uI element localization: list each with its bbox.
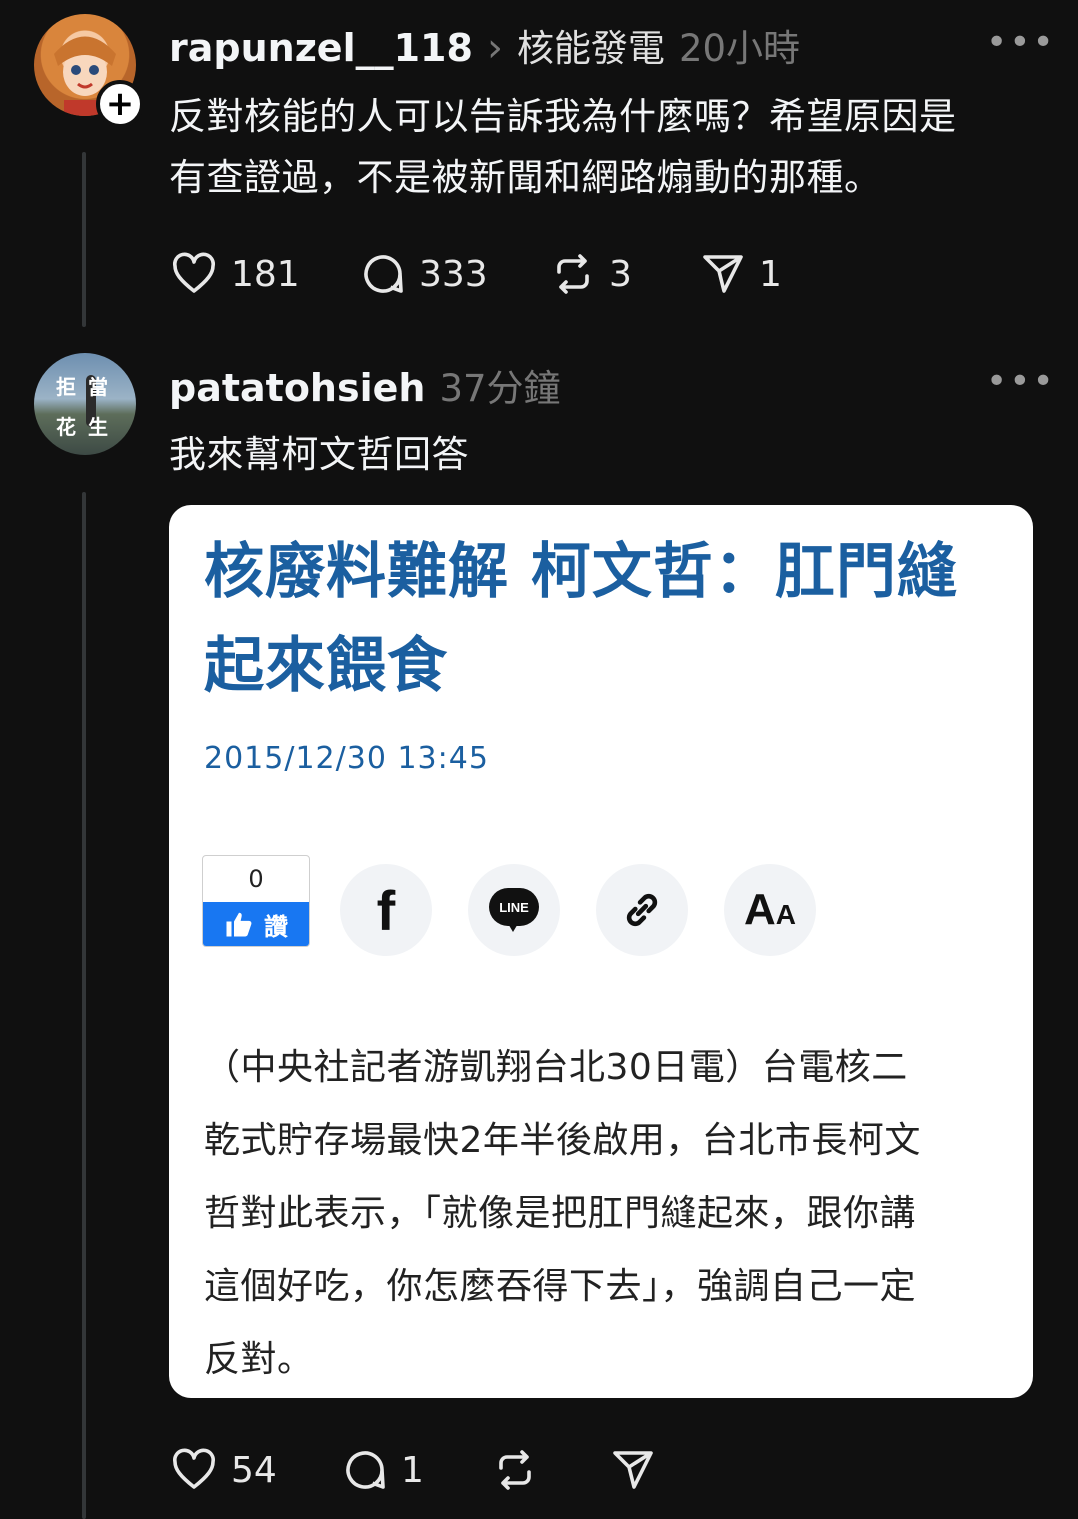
follow-button[interactable]: +	[96, 80, 144, 128]
post-text-line: 反對核能的人可以告訴我為什麼嗎？希望原因是	[169, 95, 957, 138]
avatar[interactable]: 拒 當 花 生	[34, 353, 136, 455]
line-icon: LINE	[468, 864, 560, 956]
article-title: 核廢料難解 柯文哲：肛門縫 起來餵食	[204, 525, 1004, 713]
plus-icon: +	[105, 84, 135, 124]
send-icon	[703, 255, 743, 293]
more-options-icon[interactable]: •••	[986, 361, 1056, 402]
article-title-line: 起來餵食	[204, 631, 448, 701]
repost-icon	[499, 1450, 531, 1490]
like-button[interactable]: 181	[169, 250, 359, 298]
avatar-text: 生	[88, 415, 108, 439]
topic-tag[interactable]: 核能發電	[517, 18, 665, 72]
repost-icon	[557, 254, 589, 294]
username[interactable]: rapunzel__118	[169, 26, 473, 70]
repost-button[interactable]: 3	[549, 250, 699, 298]
avatar-text: 花	[56, 415, 76, 439]
thumbs-up-icon	[226, 912, 252, 937]
reply-button[interactable]: 1	[341, 1446, 491, 1494]
article-body-line: 乾式貯存場最快2年半後啟用，台北市長柯文	[204, 1120, 921, 1161]
fb-like-count: 0	[248, 865, 264, 893]
thread-line	[82, 152, 86, 327]
post-header: rapunzel__118 › 核能發電 20小時	[169, 18, 800, 72]
chevron-right-icon: ›	[486, 25, 503, 71]
timestamp: 37分鐘	[439, 367, 561, 410]
share-button[interactable]	[609, 1446, 689, 1494]
post-header: patatohsieh 37分鐘	[169, 358, 561, 412]
article-body-line: 這個好吃，你怎麼吞得下去」，強調自己一定	[204, 1266, 917, 1307]
timestamp: 20小時	[678, 27, 801, 70]
avatar-text: 當	[88, 375, 108, 399]
share-count: 1	[759, 253, 782, 295]
reply-count: 333	[419, 253, 488, 295]
like-count: 54	[231, 1449, 277, 1491]
action-bar: 181 333 3 1	[169, 250, 819, 298]
facebook-glyph: f	[376, 878, 396, 942]
action-bar: 54 1	[169, 1446, 689, 1494]
article-body: （中央社記者游凱翔台北30日電）台電核二 乾式貯存場最快2年半後啟用，台北市長柯…	[204, 1031, 1004, 1396]
article-body-line: 哲對此表示，「就像是把肛門縫起來，跟你講	[204, 1193, 917, 1234]
article-title-line: 核廢料難解 柯文哲：肛門縫	[204, 537, 958, 607]
post-text: 我來幫柯文哲回答	[169, 433, 469, 476]
fb-like-bar: 讚	[203, 902, 309, 946]
username[interactable]: patatohsieh	[169, 366, 425, 410]
post-text: 反對核能的人可以告訴我為什麼嗎？希望原因是 有查證過，不是被新聞和網路煽動的那種…	[169, 86, 1029, 208]
article-body-line: （中央社記者游凱翔台北30日電）台電核二	[204, 1047, 908, 1088]
facebook-icon: f	[340, 864, 432, 956]
fb-like-button: 0 讚	[202, 855, 310, 947]
link-icon	[596, 864, 688, 956]
heart-icon	[173, 252, 215, 293]
like-count: 181	[231, 253, 300, 295]
comment-icon	[346, 1451, 385, 1489]
font-glyph-large: A	[743, 885, 776, 934]
reply-button[interactable]: 333	[359, 250, 549, 298]
reply-count: 1	[401, 1449, 424, 1491]
font-size-icon: AA	[724, 864, 816, 956]
avatar-text: 拒	[56, 375, 76, 399]
article-body-line: 反對。	[204, 1339, 314, 1380]
post-text-line: 有查證過，不是被新聞和網路煽動的那種。	[169, 156, 882, 199]
heart-icon	[173, 1448, 215, 1489]
line-glyph: LINE	[489, 888, 539, 926]
thread-line	[82, 492, 86, 1519]
repost-count: 3	[609, 253, 632, 295]
like-button[interactable]: 54	[169, 1446, 341, 1494]
share-button[interactable]: 1	[699, 250, 819, 298]
send-icon	[613, 1451, 653, 1489]
fb-like-label: 讚	[264, 912, 288, 941]
article-image[interactable]: 核廢料難解 柯文哲：肛門縫 起來餵食 2015/12/30 13:45 0 讚 …	[169, 505, 1033, 1398]
font-glyph-small: A	[775, 899, 796, 930]
chain-link-icon	[626, 893, 658, 927]
comment-icon	[364, 255, 403, 293]
repost-button[interactable]	[491, 1446, 609, 1494]
more-options-icon[interactable]: •••	[986, 22, 1056, 63]
article-date: 2015/12/30 13:45	[204, 741, 489, 776]
